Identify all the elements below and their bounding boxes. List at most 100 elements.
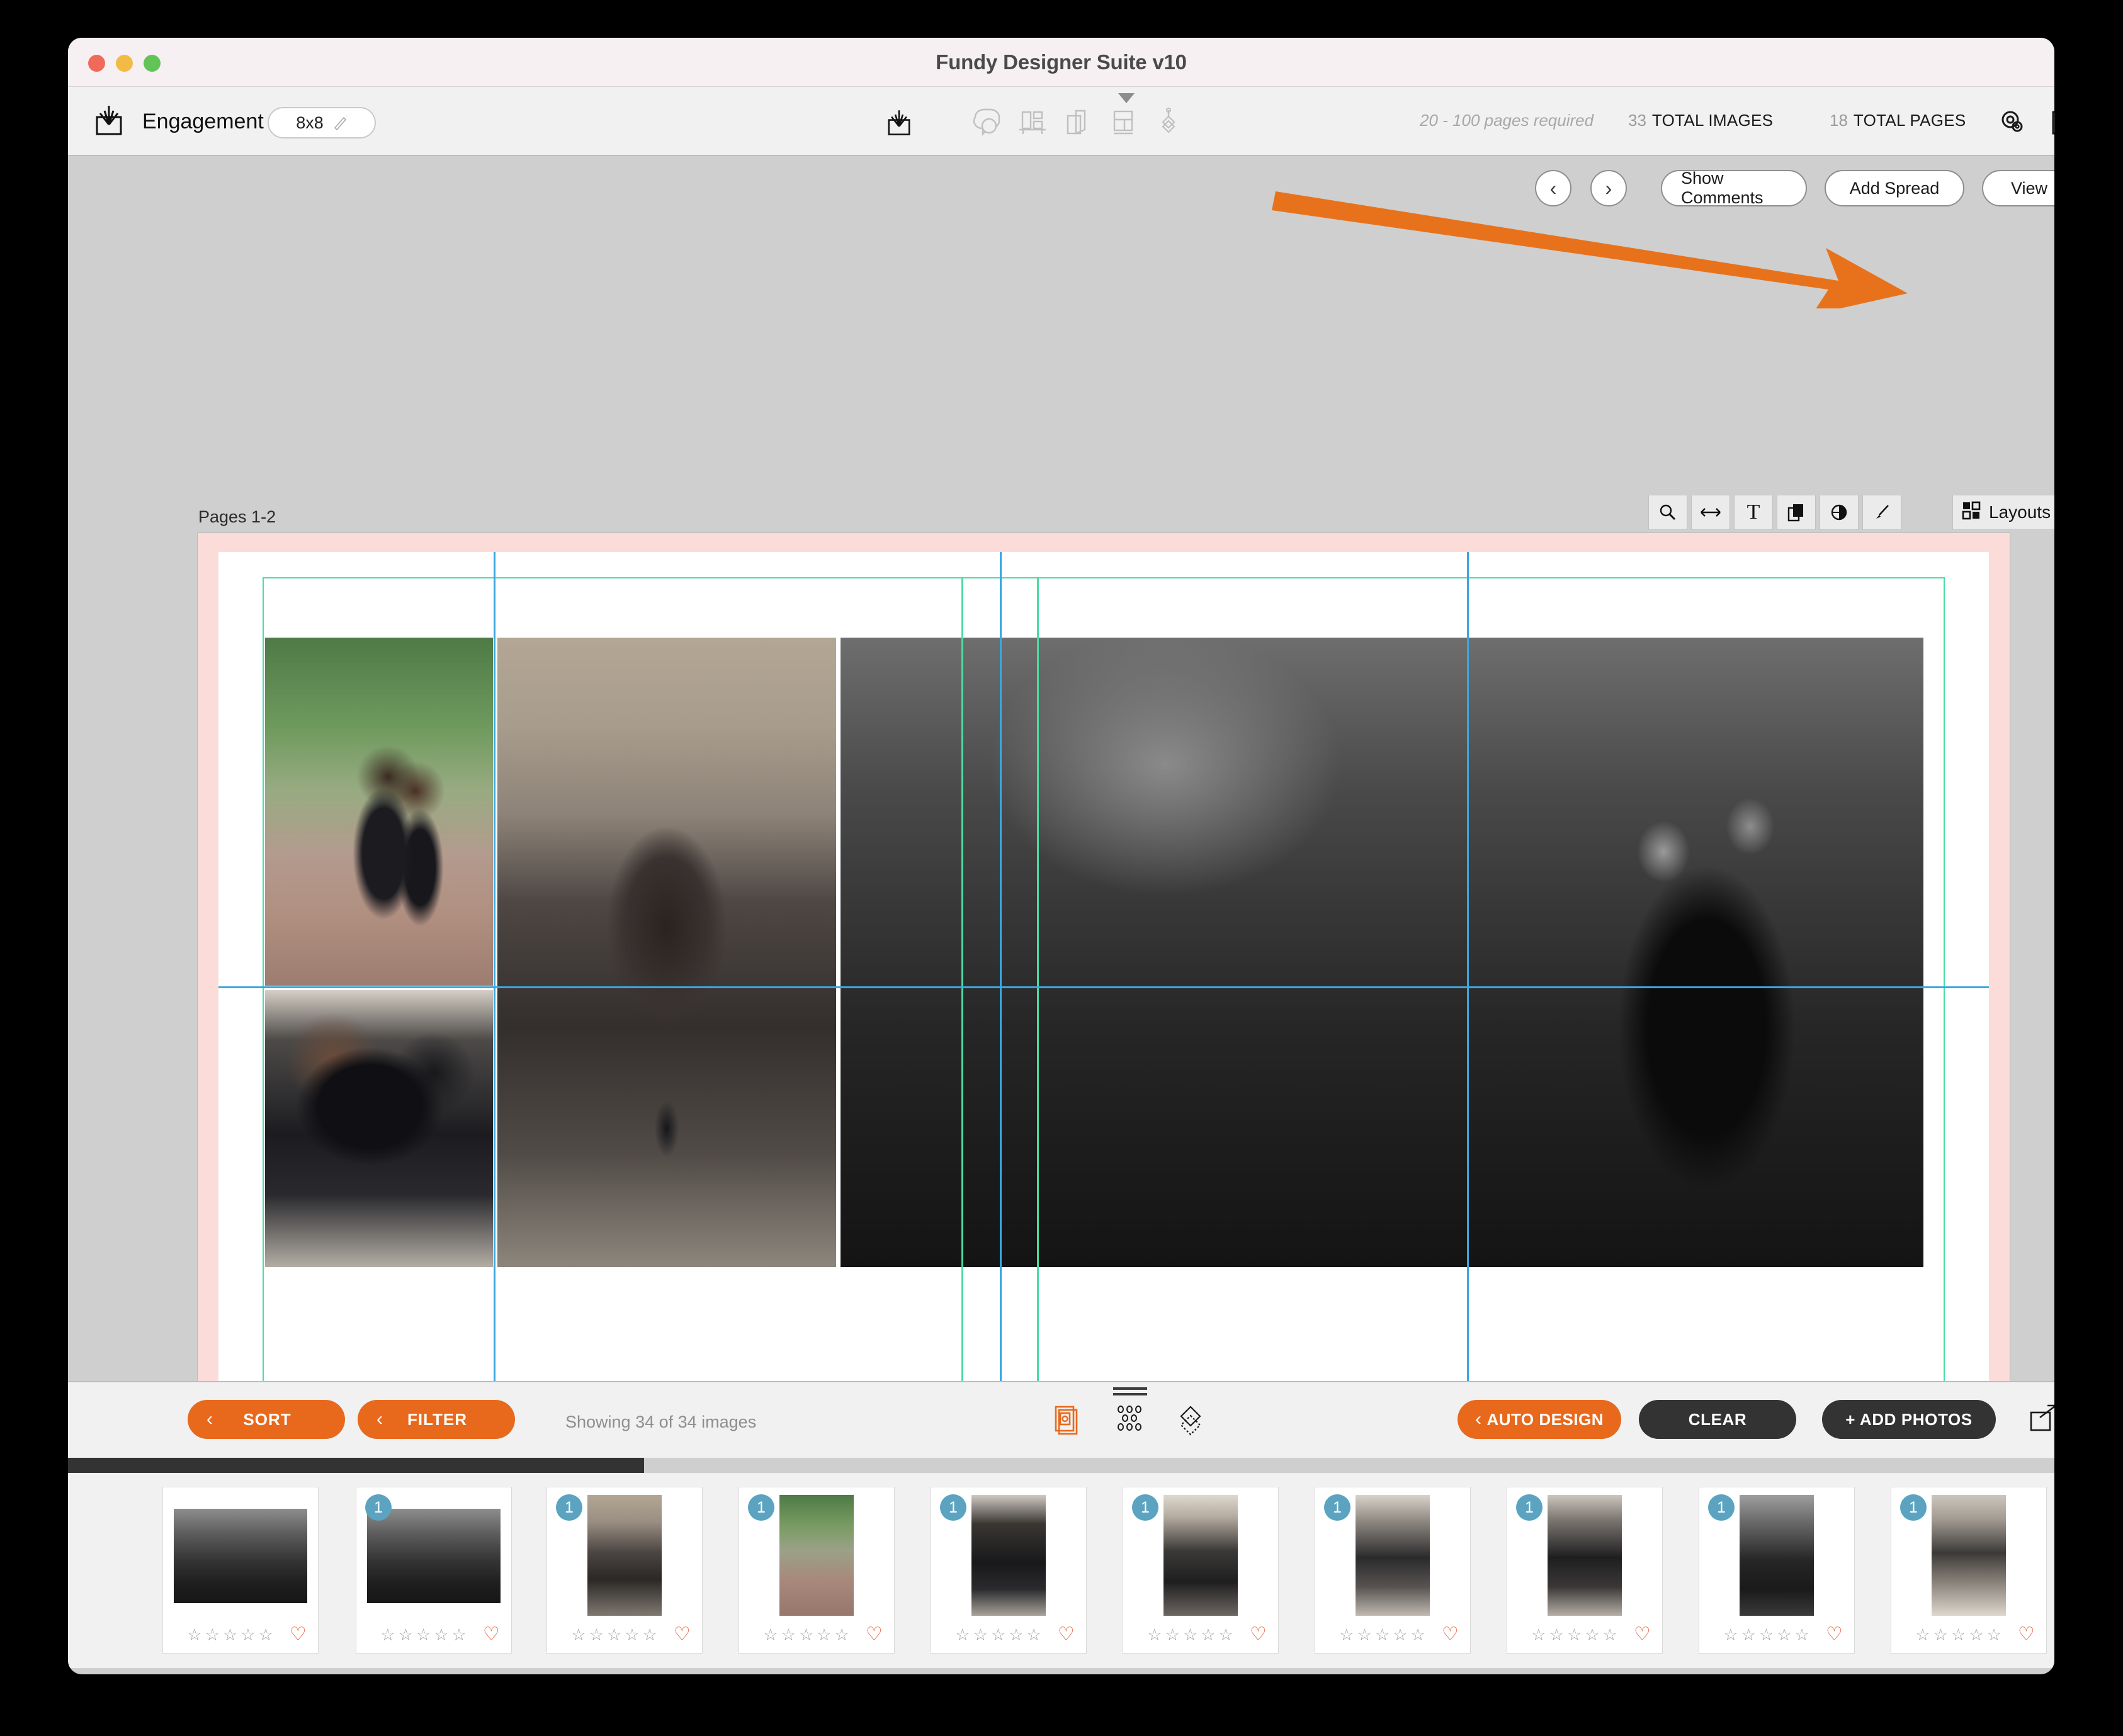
color-icon[interactable] xyxy=(1820,495,1859,530)
star-icon[interactable]: ☆ xyxy=(1219,1626,1233,1643)
star-icon[interactable]: ☆ xyxy=(223,1626,237,1643)
rating-stars[interactable]: ☆ ☆ ☆ ☆ ☆ xyxy=(1147,1626,1233,1643)
rating-stars[interactable]: ☆ ☆ ☆ ☆ ☆ xyxy=(955,1626,1041,1643)
rating-stars[interactable]: ☆ ☆ ☆ ☆ ☆ xyxy=(1531,1626,1617,1643)
cover-icon[interactable] xyxy=(1060,104,1095,140)
thumbnail-image[interactable] xyxy=(971,1495,1046,1616)
star-icon[interactable]: ☆ xyxy=(1531,1626,1546,1643)
photo-bw-kiss[interactable] xyxy=(841,638,1923,1267)
comments-icon[interactable] xyxy=(970,104,1005,140)
star-icon[interactable]: ☆ xyxy=(835,1626,849,1643)
photo-couple-walking[interactable] xyxy=(265,638,493,986)
thumbnail-image[interactable] xyxy=(367,1509,501,1603)
favorite-heart-icon[interactable]: ♡ xyxy=(1058,1625,1075,1644)
thumbnail-card[interactable]: 1 ☆ ☆ ☆ ☆ ☆ ♡ xyxy=(1315,1487,1471,1654)
star-icon[interactable]: ☆ xyxy=(1777,1626,1791,1643)
photo-couple-seated[interactable] xyxy=(265,990,493,1267)
star-icon[interactable]: ☆ xyxy=(1603,1626,1617,1643)
gear-icon[interactable] xyxy=(1995,104,2030,140)
rating-stars[interactable]: ☆ ☆ ☆ ☆ ☆ xyxy=(1915,1626,2001,1643)
star-icon[interactable]: ☆ xyxy=(241,1626,255,1643)
star-icon[interactable]: ☆ xyxy=(1795,1626,1809,1643)
sort-button[interactable]: ‹ SORT xyxy=(188,1400,345,1439)
favorite-heart-icon[interactable]: ♡ xyxy=(2018,1625,2035,1644)
star-icon[interactable]: ☆ xyxy=(1585,1626,1599,1643)
thumbnail-card[interactable]: ☆ ☆ ☆ ☆ ☆ ♡ xyxy=(162,1487,319,1654)
favorite-heart-icon[interactable]: ♡ xyxy=(674,1625,691,1644)
star-icon[interactable]: ☆ xyxy=(1027,1626,1041,1643)
star-icon[interactable]: ☆ xyxy=(205,1626,220,1643)
thumbnail-image[interactable] xyxy=(1740,1495,1814,1616)
star-icon[interactable]: ☆ xyxy=(1165,1626,1180,1643)
star-icon[interactable]: ☆ xyxy=(1951,1626,1966,1643)
layout-icon[interactable] xyxy=(1106,104,1141,140)
star-icon[interactable]: ☆ xyxy=(1933,1626,1948,1643)
rating-stars[interactable]: ☆ ☆ ☆ ☆ ☆ xyxy=(1723,1626,1809,1643)
star-icon[interactable]: ☆ xyxy=(781,1626,796,1643)
filmstrip[interactable]: ☆ ☆ ☆ ☆ ☆ ♡ 1 ☆ ☆ ☆ ☆ ☆ ♡ 1 ☆ ☆ ☆ ☆ ☆ ♡ 1 ☆ ☆ ☆ ☆ ☆ ♡ 1 ☆ ☆ ☆ ☆ ☆ ♡ 1 ☆ ☆ ☆ ☆ ☆… xyxy=(68,1473,2054,1668)
star-icon[interactable]: ☆ xyxy=(625,1626,639,1643)
star-icon[interactable]: ☆ xyxy=(1339,1626,1354,1643)
thumbnail-image[interactable] xyxy=(587,1495,662,1616)
add-spread-button[interactable]: Add Spread xyxy=(1825,170,1964,206)
duplicate-icon[interactable] xyxy=(1777,495,1816,530)
favorite-heart-icon[interactable]: ♡ xyxy=(1442,1625,1459,1644)
star-icon[interactable]: ☆ xyxy=(799,1626,813,1643)
star-icon[interactable]: ☆ xyxy=(973,1626,988,1643)
thumbnail-card[interactable]: 1 ☆ ☆ ☆ ☆ ☆ ♡ xyxy=(356,1487,512,1654)
dot-grid-icon[interactable] xyxy=(1111,1401,1150,1440)
spread-canvas[interactable] xyxy=(197,533,2010,1451)
star-icon[interactable]: ☆ xyxy=(416,1626,431,1643)
star-icon[interactable]: ☆ xyxy=(1411,1626,1425,1643)
photo-stack-icon[interactable] xyxy=(1049,1401,1088,1440)
favorite-heart-icon[interactable]: ♡ xyxy=(1250,1625,1267,1644)
star-icon[interactable]: ☆ xyxy=(1201,1626,1215,1643)
thumbnail-card[interactable]: 1 ☆ ☆ ☆ ☆ ☆ ♡ xyxy=(1891,1487,2047,1654)
favorite-heart-icon[interactable]: ♡ xyxy=(1826,1625,1843,1644)
zoom-icon[interactable] xyxy=(1648,495,1687,530)
favorite-heart-icon[interactable]: ♡ xyxy=(1634,1625,1651,1644)
auto-design-button[interactable]: ‹ AUTO DESIGN xyxy=(1458,1400,1621,1439)
star-icon[interactable]: ☆ xyxy=(1915,1626,1930,1643)
export-icon[interactable] xyxy=(2045,104,2054,140)
star-icon[interactable]: ☆ xyxy=(817,1626,831,1643)
star-icon[interactable]: ☆ xyxy=(380,1626,395,1643)
spread-page-white[interactable] xyxy=(218,552,1989,1432)
drag-handle[interactable] xyxy=(1113,1387,1147,1397)
pin-icon[interactable] xyxy=(1862,495,1901,530)
rating-stars[interactable]: ☆ ☆ ☆ ☆ ☆ xyxy=(380,1626,467,1643)
star-icon[interactable]: ☆ xyxy=(1987,1626,2001,1643)
star-icon[interactable]: ☆ xyxy=(1393,1626,1407,1643)
rating-stars[interactable]: ☆ ☆ ☆ ☆ ☆ xyxy=(571,1626,657,1643)
star-icon[interactable]: ☆ xyxy=(1567,1626,1582,1643)
star-icon[interactable]: ☆ xyxy=(259,1626,273,1643)
favorite-heart-icon[interactable]: ♡ xyxy=(483,1625,500,1644)
star-icon[interactable]: ☆ xyxy=(187,1626,201,1643)
layouts-button[interactable]: Layouts xyxy=(1952,495,2054,530)
star-icon[interactable]: ☆ xyxy=(1723,1626,1738,1643)
thumbnail-image[interactable] xyxy=(1163,1495,1238,1616)
star-icon[interactable]: ☆ xyxy=(607,1626,621,1643)
star-icon[interactable]: ☆ xyxy=(399,1626,413,1643)
thumbnail-image[interactable] xyxy=(1356,1495,1430,1616)
star-icon[interactable]: ☆ xyxy=(1375,1626,1390,1643)
star-icon[interactable]: ☆ xyxy=(1357,1626,1372,1643)
open-external-icon[interactable] xyxy=(2026,1401,2054,1440)
next-spread-button[interactable]: › xyxy=(1590,170,1627,206)
star-icon[interactable]: ☆ xyxy=(1759,1626,1774,1643)
filmstrip-scrollbar-thumb[interactable] xyxy=(68,1458,644,1473)
star-icon[interactable]: ☆ xyxy=(571,1626,586,1643)
star-icon[interactable]: ☆ xyxy=(643,1626,657,1643)
rating-stars[interactable]: ☆ ☆ ☆ ☆ ☆ xyxy=(763,1626,849,1643)
thumbnail-card[interactable]: 1 ☆ ☆ ☆ ☆ ☆ ♡ xyxy=(1699,1487,1855,1654)
thumbnail-card[interactable]: 1 ☆ ☆ ☆ ☆ ☆ ♡ xyxy=(546,1487,703,1654)
text-icon[interactable]: T xyxy=(1734,495,1773,530)
clear-button[interactable]: CLEAR xyxy=(1639,1400,1796,1439)
show-comments-button[interactable]: Show Comments xyxy=(1661,169,1807,207)
thumbnail-image[interactable] xyxy=(779,1495,854,1616)
thumbnail-card[interactable]: 1 ☆ ☆ ☆ ☆ ☆ ♡ xyxy=(1123,1487,1279,1654)
prev-spread-button[interactable]: ‹ xyxy=(1535,170,1571,206)
pencil-icon[interactable] xyxy=(332,115,348,131)
star-icon[interactable]: ☆ xyxy=(1009,1626,1023,1643)
thumbnail-card[interactable]: 1 ☆ ☆ ☆ ☆ ☆ ♡ xyxy=(739,1487,895,1654)
